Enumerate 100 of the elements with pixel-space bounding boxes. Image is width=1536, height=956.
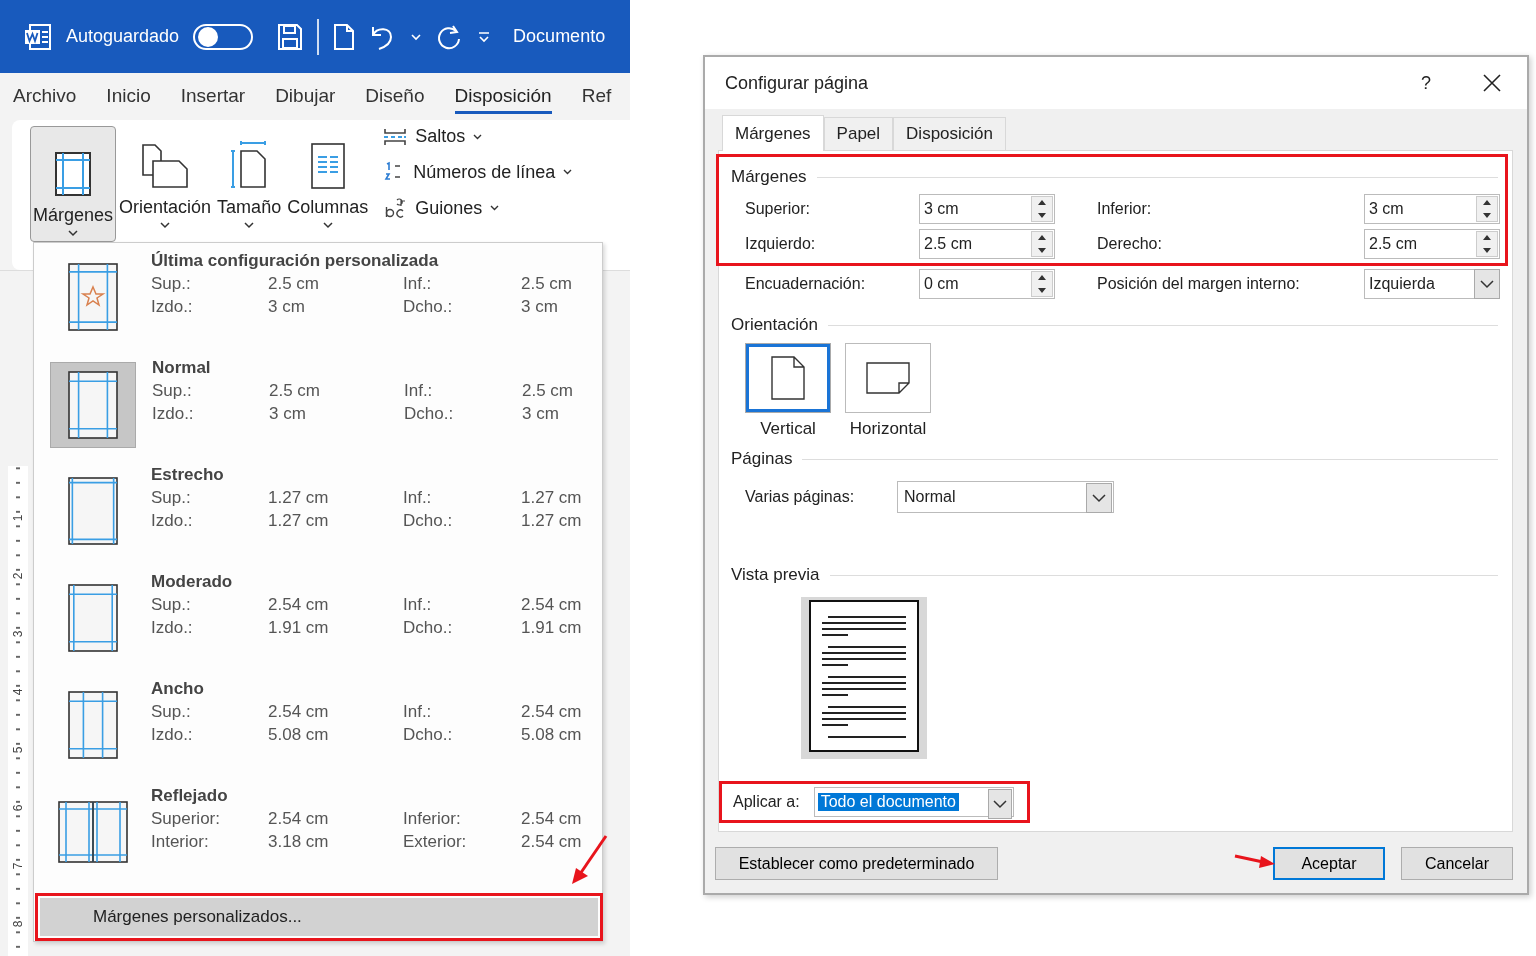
spinner-icon[interactable] [1031,230,1053,257]
page-size-icon [231,141,268,189]
preset-value: Dcho.: [403,618,454,639]
spinner-icon[interactable] [1476,230,1498,257]
close-icon[interactable] [1483,74,1501,92]
custom-margins-item[interactable]: Márgenes personalizados... [40,898,598,936]
ribbon-button[interactable]: Saltos [383,126,573,147]
preset-value: 2.5 cm [522,381,575,402]
margin-field[interactable]: 3 cm [919,193,1055,224]
dropdown-icon[interactable] [1086,483,1112,513]
autosave-toggle[interactable] [193,23,254,50]
preset-value: 1.27 cm [521,488,583,509]
ribbon-button[interactable]: Columnas [284,126,372,234]
menu-tab[interactable]: Insertar [180,79,246,114]
preset-value: 3 cm [522,404,560,425]
customize-toolbar-icon[interactable] [477,30,492,43]
margin-field[interactable]: 0 cm [919,268,1055,299]
preset-value: Inf.: [403,702,433,723]
landscape-page-icon [866,362,910,394]
preset-value: Inferior: [403,809,462,830]
margin-preset-item[interactable]: Última configuración personalizada Sup.: 2.5 cm Inf.: 2.5 cm Izdo.: 3 cm Dcho.: 3 cm [34,251,602,358]
margin-field[interactable]: 2.5 cm [1364,228,1500,259]
margin-preset-item[interactable]: Estrecho Sup.: 1.27 cm Inf.: 1.27 cm Izdo.: 1.27 cm Dcho.: 1.27 cm [34,465,602,572]
dialog-button[interactable]: Establecer como predeterminado [715,847,998,880]
preset-value: 2.5 cm [521,274,574,295]
dialog-tab[interactable]: Márgenes [722,115,824,151]
preset-value: Inf.: [403,274,433,295]
ruler-number: 2 [11,572,25,580]
preset-value: 1.91 cm [268,618,330,639]
word-logo-icon [24,23,52,50]
margin-preset-item[interactable]: Reflejado Superior: 2.54 cm Inferior: 2.54 cm Interior: 3.18 cm Exterior: 2.54 cm [34,786,602,893]
menu-tab[interactable]: Dibujar [275,79,336,114]
preset-value: 2.54 cm [521,595,583,616]
field-label: Inferior: [1097,199,1153,218]
margin-field[interactable]: 3 cm [1364,193,1500,224]
ribbon-button[interactable]: Guiones [383,197,573,219]
preset-value: Inf.: [403,488,433,509]
margin-page-icon [67,691,118,759]
preset-name: Normal [152,358,212,379]
orientation-option[interactable] [745,343,831,413]
help-button[interactable]: ? [1421,72,1431,94]
spinner-icon[interactable] [1031,195,1053,222]
caret-icon[interactable] [411,32,422,41]
caret-icon [322,222,333,229]
dialog-tab[interactable]: Disposición [893,117,1007,150]
dropdown-icon[interactable] [1474,268,1500,299]
menu-tab[interactable]: Inicio [106,79,151,114]
menu-tab[interactable]: Ref [581,79,612,114]
dialog-button[interactable]: Aceptar [1273,847,1385,880]
preset-value: 2.5 cm [269,381,322,402]
menu-tab[interactable]: Archivo [13,79,77,114]
margin-field[interactable]: Izquierda [1364,268,1500,299]
preset-value: Sup.: [151,488,192,509]
section-heading: Páginas [731,449,793,469]
preset-value: 2.5 cm [268,274,321,295]
preset-value: 3 cm [268,297,306,318]
margin-page-icon [67,584,118,652]
preset-value: Izdo.: [151,618,194,639]
margin-preset-item[interactable]: Normal Sup.: 2.5 cm Inf.: 2.5 cm Izdo.: 3 cm Dcho.: 3 cm [34,358,602,465]
ribbon-button[interactable]: Números de línea [383,161,573,183]
dropdown-icon[interactable] [987,789,1012,819]
save-icon[interactable] [277,22,304,51]
dialog-tab[interactable]: Papel [823,117,894,150]
spinner-icon[interactable] [1476,195,1498,222]
orientation-label: Horizontal [849,419,927,439]
preset-value: 1.27 cm [521,511,583,532]
dialog-button[interactable]: Cancelar [1401,847,1513,880]
preset-value: Exterior: [403,832,468,853]
ribbon-button[interactable]: Márgenes [30,126,117,242]
preset-value: Dcho.: [404,404,455,425]
field-label: Superior: [745,199,811,218]
preset-value: Sup.: [151,595,192,616]
preset-value: Dcho.: [403,511,454,532]
document-title: Documento [513,26,606,47]
margin-preset-item[interactable]: Ancho Sup.: 2.54 cm Inf.: 2.54 cm Izdo.: 5.08 cm Dcho.: 5.08 cm [34,679,602,786]
margin-page-icon [67,263,118,331]
annotation-arrow [1233,852,1277,868]
autosave-label: Autoguardado [66,26,180,47]
preset-value: 2.54 cm [521,832,583,853]
menu-tab[interactable]: Disposición [454,79,552,114]
preset-value: Izdo.: [151,725,194,746]
field-label: Derecho: [1097,234,1163,253]
preset-value: 2.54 cm [521,702,583,723]
margins-icon [54,151,92,197]
orientation-option[interactable] [845,343,931,413]
pages-dropdown[interactable]: Normal [897,481,1114,513]
preset-value: 1.27 cm [268,488,330,509]
margin-field[interactable]: 2.5 cm [919,228,1055,259]
preset-value: 1.91 cm [521,618,583,639]
dialog-title: Configurar página [725,72,870,94]
preset-value: Dcho.: [403,297,454,318]
caret-icon [160,222,171,229]
ruler-number: 4 [11,688,25,696]
ribbon-button[interactable]: Orientación [116,126,215,234]
spinner-icon[interactable] [1031,270,1053,297]
new-document-icon[interactable] [333,22,356,51]
ribbon-button[interactable]: Tamaño [214,126,285,234]
menu-tab[interactable]: Diseño [365,79,425,114]
margin-preset-item[interactable]: Moderado Sup.: 2.54 cm Inf.: 2.54 cm Izdo.: 1.91 cm Dcho.: 1.91 cm [34,572,602,679]
apply-to-dropdown[interactable]: Todo el documento [813,787,1014,817]
